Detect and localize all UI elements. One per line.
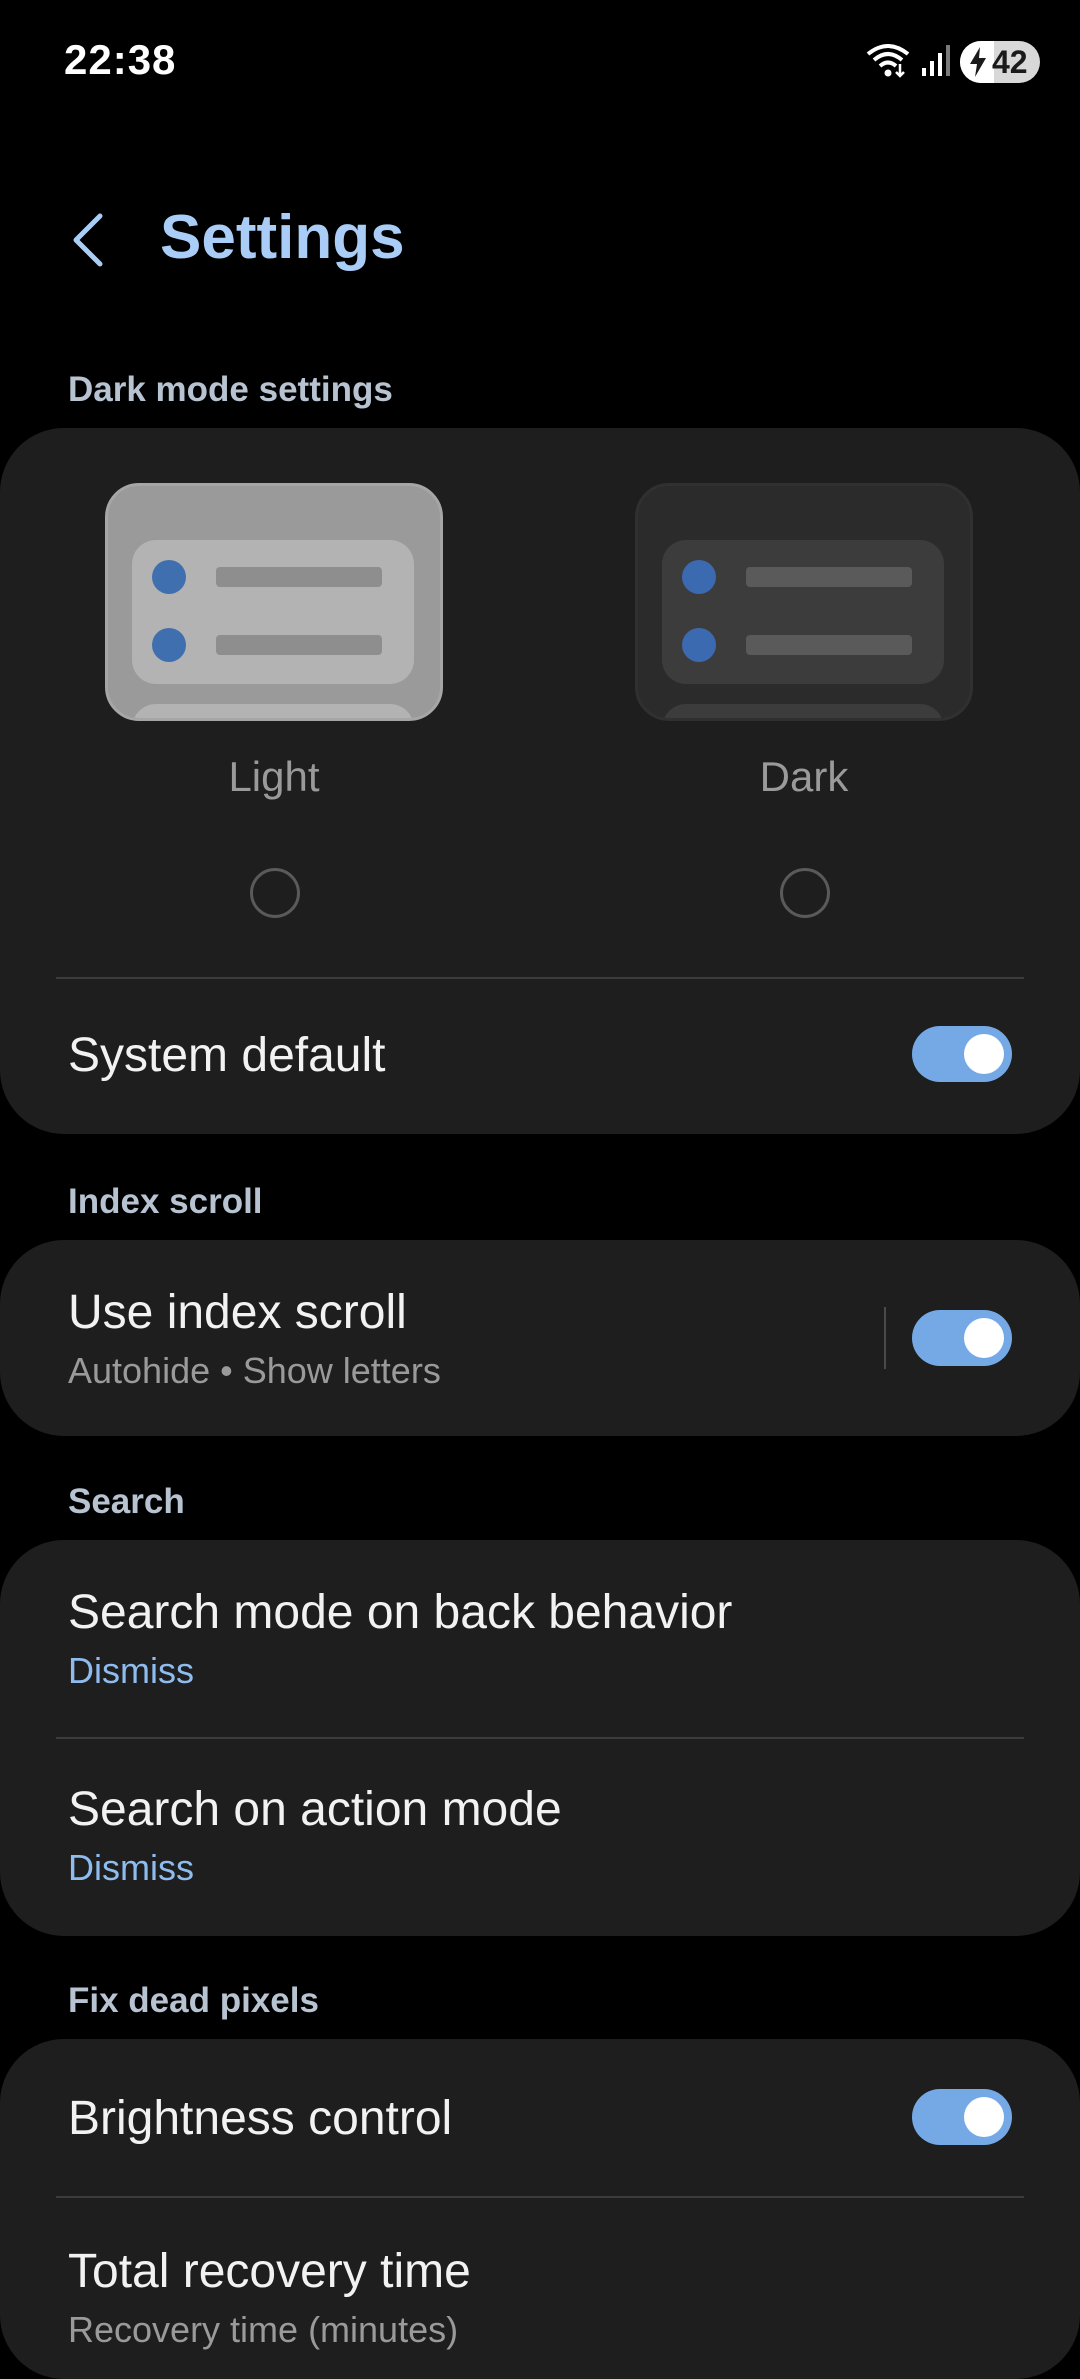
preview-list-card (662, 704, 944, 718)
toggle-knob (964, 1318, 1004, 1358)
preview-line (216, 635, 382, 655)
total-recovery-time-summary: Recovery time (minutes) (68, 2309, 459, 2350)
battery-percent: 42 (992, 43, 1028, 80)
status-bar: 22:38 42 (0, 0, 1080, 120)
brightness-control-row[interactable]: Brightness control (68, 2091, 1012, 2146)
charging-bolt-icon (970, 47, 986, 77)
preview-line (746, 567, 912, 587)
preview-dot (682, 560, 716, 594)
light-mode-label: Light (228, 753, 320, 800)
dark-mode-preview[interactable] (635, 483, 973, 721)
app-header: Settings (0, 190, 1080, 290)
use-index-scroll-title: Use index scroll (68, 1286, 407, 1339)
preview-list-card (662, 540, 944, 684)
fix-dead-pixels-card: Brightness control Total recovery time R… (0, 2039, 1080, 2379)
section-label-search: Search (68, 1482, 185, 1521)
search-action-mode-row[interactable]: Search on action mode Dismiss (68, 1782, 1012, 1889)
page-title: Settings (160, 203, 405, 272)
status-clock: 22:38 (64, 36, 177, 83)
total-recovery-time-title: Total recovery time (68, 2245, 471, 2298)
divider (56, 2196, 1024, 2198)
preview-line (746, 635, 912, 655)
search-mode-back-row[interactable]: Search mode on back behavior Dismiss (68, 1585, 1012, 1692)
toggle-knob (964, 2097, 1004, 2137)
section-label-fix-dead-pixels: Fix dead pixels (68, 1981, 319, 2020)
preview-line (216, 567, 382, 587)
preview-dot (682, 628, 716, 662)
battery-indicator: 42 (960, 41, 1040, 83)
divider (56, 1737, 1024, 1739)
system-default-toggle[interactable] (912, 1026, 1012, 1082)
section-label-dark-mode: Dark mode settings (68, 370, 393, 409)
divider (56, 977, 1024, 979)
signal-icon (920, 42, 950, 83)
section-label-index-scroll: Index scroll (68, 1182, 263, 1221)
system-default-label: System default (68, 1029, 386, 1082)
preview-dot (152, 560, 186, 594)
search-action-mode-title: Search on action mode (68, 1783, 562, 1836)
wifi-icon (866, 42, 910, 83)
system-default-row[interactable]: System default (68, 1028, 1012, 1083)
search-action-mode-value: Dismiss (68, 1847, 194, 1888)
vertical-separator (884, 1307, 886, 1369)
use-index-scroll-row[interactable]: Use index scroll Autohide • Show letters (68, 1285, 1012, 1392)
dark-mode-label: Dark (759, 753, 849, 800)
toggle-knob (964, 1034, 1004, 1074)
search-card: Search mode on back behavior Dismiss Sea… (0, 1540, 1080, 1936)
status-icons: 42 (866, 40, 1040, 84)
back-button[interactable] (60, 208, 116, 272)
dark-mode-radio[interactable] (780, 868, 830, 918)
total-recovery-time-row[interactable]: Total recovery time Recovery time (minut… (68, 2244, 1012, 2351)
use-index-scroll-summary: Autohide • Show letters (68, 1350, 441, 1391)
dark-mode-card: Light Dark System default (0, 428, 1080, 1134)
light-mode-radio[interactable] (250, 868, 300, 918)
index-scroll-toggle[interactable] (912, 1310, 1012, 1366)
light-mode-preview[interactable] (105, 483, 443, 721)
preview-dot (152, 628, 186, 662)
index-scroll-card: Use index scroll Autohide • Show letters (0, 1240, 1080, 1436)
brightness-control-label: Brightness control (68, 2092, 453, 2145)
brightness-control-toggle[interactable] (912, 2089, 1012, 2145)
search-mode-back-title: Search mode on back behavior (68, 1586, 733, 1639)
chevron-left-icon (73, 213, 103, 267)
search-mode-back-value: Dismiss (68, 1650, 194, 1691)
preview-list-card (132, 540, 414, 684)
preview-list-card (132, 704, 414, 718)
